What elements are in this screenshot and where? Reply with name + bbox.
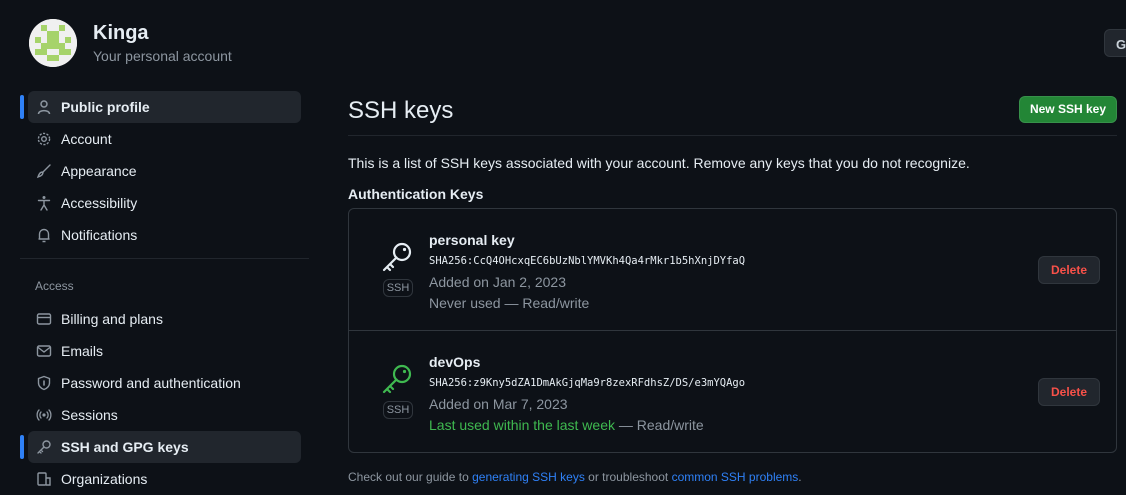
sidebar-item-organizations[interactable]: Organizations xyxy=(28,463,301,495)
sidebar-item-ssh-gpg-keys[interactable]: SSH and GPG keys xyxy=(28,431,301,463)
broadcast-icon xyxy=(36,409,52,421)
sidebar-item-billing[interactable]: Billing and plans xyxy=(28,303,301,335)
key-icon xyxy=(382,242,412,272)
delete-key-button[interactable]: Delete xyxy=(1038,256,1100,284)
key-fingerprint: SHA256:CcQ4OHcxqEC6bUzNblYMVKh4Qa4rMkr1b… xyxy=(429,255,746,267)
key-access: — Read/write xyxy=(504,295,590,311)
key-usage: Never used — Read/write xyxy=(429,295,589,311)
bell-icon xyxy=(38,228,50,243)
sidebar-item-label: Password and authentication xyxy=(61,375,241,391)
sidebar-item-label: Account xyxy=(61,131,112,147)
page-description: This is a list of SSH keys associated wi… xyxy=(348,155,970,171)
key-list-item xyxy=(380,362,414,401)
key-usage: Last used within the last week — Read/wr… xyxy=(429,417,704,433)
key-title: personal key xyxy=(429,232,515,248)
key-list-item xyxy=(380,240,414,279)
key-fingerprint: SHA256:z9Kny5dZA1DmAkGjqMa9r8zexRFdhsZ/D… xyxy=(429,377,746,389)
common-ssh-problems-link[interactable]: common SSH problems xyxy=(672,470,799,484)
sidebar-item-sessions[interactable]: Sessions xyxy=(28,399,301,431)
sidebar-section-access: Access xyxy=(35,279,74,293)
active-indicator xyxy=(20,95,24,119)
page-title: SSH keys xyxy=(348,97,454,124)
active-indicator xyxy=(20,435,24,459)
account-subtitle: Your personal account xyxy=(93,48,232,64)
shield-lock-icon xyxy=(37,375,51,391)
sidebar-item-label: Sessions xyxy=(61,407,118,423)
avatar[interactable] xyxy=(29,19,77,67)
key-icon xyxy=(382,364,412,394)
new-ssh-key-button[interactable]: New SSH key xyxy=(1019,96,1117,123)
sidebar-item-accessibility[interactable]: Accessibility xyxy=(28,187,301,219)
help-text-suffix: . xyxy=(798,470,802,484)
person-icon xyxy=(37,100,51,115)
key-access: — Read/write xyxy=(618,417,704,433)
sidebar-divider xyxy=(20,258,309,259)
sidebar-item-label: Appearance xyxy=(61,163,137,179)
sidebar-item-label: Billing and plans xyxy=(61,311,163,327)
key-title: devOps xyxy=(429,354,481,370)
ssh-badge: SSH xyxy=(383,279,413,297)
ssh-badge: SSH xyxy=(383,401,413,419)
sidebar-item-account[interactable]: Account xyxy=(28,123,301,155)
key-added-date: Added on Mar 7, 2023 xyxy=(429,396,568,412)
sidebar-item-label: SSH and GPG keys xyxy=(61,439,189,455)
key-last-used: Never used xyxy=(429,295,501,311)
sidebar-item-public-profile[interactable]: Public profile xyxy=(28,91,301,123)
sidebar-item-label: Public profile xyxy=(61,99,150,115)
accessibility-icon xyxy=(37,196,51,211)
organization-icon xyxy=(37,472,51,486)
key-added-date: Added on Jan 2, 2023 xyxy=(429,274,567,290)
sidebar-item-label: Emails xyxy=(61,343,104,359)
sidebar-item-label: Notifications xyxy=(61,227,138,243)
go-to-profile-button[interactable]: G xyxy=(1104,29,1126,57)
help-text: Check out our guide to generating SSH ke… xyxy=(348,470,802,484)
identicon xyxy=(29,19,77,67)
help-text-prefix: Check out our guide to xyxy=(348,470,469,484)
sidebar-item-label: Accessibility xyxy=(61,195,138,211)
sidebar-item-appearance[interactable]: Appearance xyxy=(28,155,301,187)
help-text-middle: or troubleshoot xyxy=(588,470,669,484)
generating-ssh-keys-link[interactable]: generating SSH keys xyxy=(472,470,585,484)
account-name: Kinga xyxy=(93,22,149,44)
keys-list-divider xyxy=(349,330,1116,331)
sidebar-item-notifications[interactable]: Notifications xyxy=(28,219,301,251)
key-icon xyxy=(37,440,51,454)
paintbrush-icon xyxy=(36,164,51,179)
title-divider xyxy=(348,135,1117,136)
authentication-keys-heading: Authentication Keys xyxy=(348,186,484,202)
mail-icon xyxy=(36,345,52,357)
gear-icon xyxy=(37,132,51,146)
key-last-used: Last used within the last week xyxy=(429,417,615,433)
credit-card-icon xyxy=(36,313,52,325)
sidebar-item-label: Organizations xyxy=(61,471,148,487)
sidebar-item-password-auth[interactable]: Password and authentication xyxy=(28,367,301,399)
delete-key-button[interactable]: Delete xyxy=(1038,378,1100,406)
sidebar-item-emails[interactable]: Emails xyxy=(28,335,301,367)
